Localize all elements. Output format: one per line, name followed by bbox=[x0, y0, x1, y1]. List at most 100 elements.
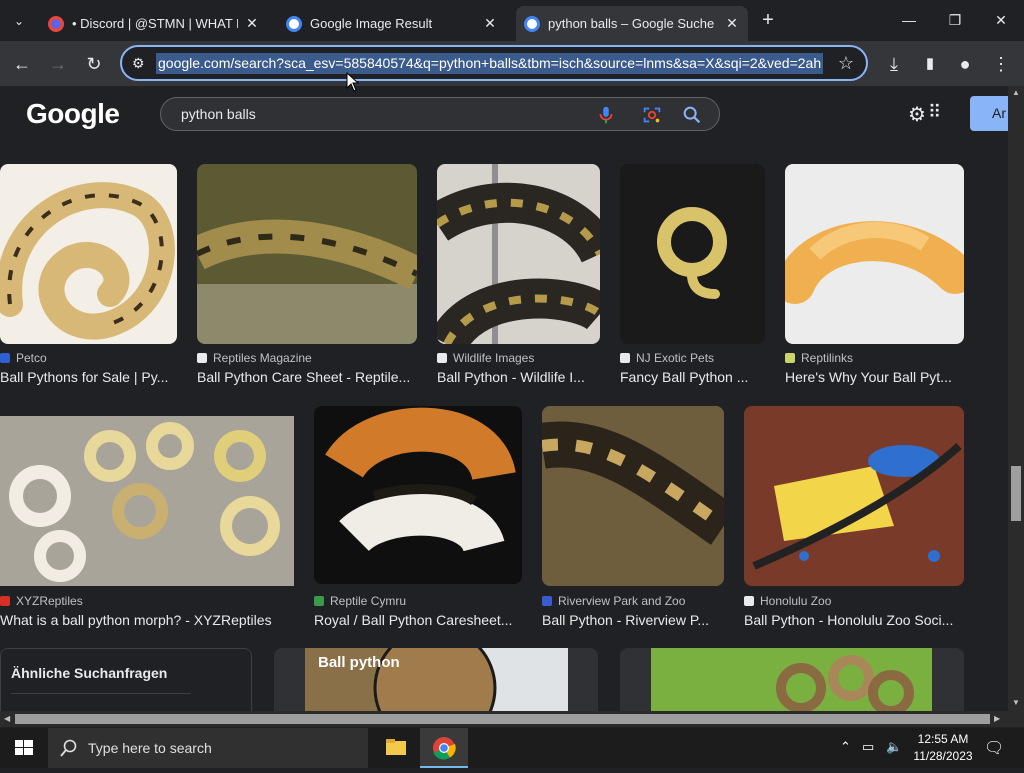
scroll-down-arrow[interactable]: ▼ bbox=[1012, 698, 1020, 707]
profile-icon[interactable]: ● bbox=[952, 51, 978, 77]
google-lens-icon[interactable] bbox=[641, 104, 663, 126]
menu-icon[interactable]: ⋮ bbox=[988, 51, 1014, 77]
search-box[interactable]: python balls bbox=[160, 97, 720, 131]
result-title[interactable]: Ball Pythons for Sale | Py... bbox=[0, 369, 177, 385]
result-title[interactable]: What is a ball python morph? - XYZReptil… bbox=[0, 612, 294, 628]
horizontal-scroll-thumb[interactable] bbox=[15, 714, 990, 724]
tab-title: Google Image Result bbox=[310, 16, 433, 31]
scroll-right-arrow[interactable]: ▶ bbox=[994, 714, 1000, 723]
result-title[interactable]: Here's Why Your Ball Pyt... bbox=[785, 369, 964, 385]
riverview-icon bbox=[542, 596, 552, 606]
horizontal-scrollbar[interactable]: ◀ ▶ bbox=[0, 711, 1008, 727]
microphone-icon[interactable] bbox=[595, 104, 617, 126]
network-icon[interactable]: ▭ bbox=[862, 739, 874, 755]
tab-discord[interactable]: • Discord | @STMN | WHAT Ma ✕ bbox=[40, 6, 268, 41]
result-source[interactable]: Reptile Cymru bbox=[314, 594, 406, 608]
result-card[interactable]: Ball python bbox=[274, 648, 598, 711]
clock-time: 12:55 AM bbox=[917, 732, 969, 746]
result-image[interactable] bbox=[0, 164, 177, 344]
scroll-left-arrow[interactable]: ◀ bbox=[4, 714, 10, 723]
source-label: Reptilinks bbox=[801, 351, 854, 365]
notifications-icon[interactable]: 🗨 bbox=[984, 738, 1004, 758]
url-text[interactable]: google.com/search?sca_esv=585840574&q=py… bbox=[156, 53, 824, 74]
chrome-icon bbox=[433, 737, 456, 760]
google-icon bbox=[524, 15, 540, 32]
vertical-scroll-thumb[interactable] bbox=[1011, 466, 1021, 521]
result-source[interactable]: Reptilinks bbox=[785, 351, 853, 365]
result-image[interactable] bbox=[542, 406, 724, 586]
start-button[interactable] bbox=[0, 728, 48, 768]
result-image[interactable] bbox=[620, 164, 765, 344]
close-window-button[interactable]: ✕ bbox=[978, 0, 1024, 41]
result-image[interactable] bbox=[651, 648, 932, 711]
related-searches-title: Ähnliche Suchanfragen bbox=[11, 665, 168, 681]
new-tab-button[interactable]: + bbox=[757, 9, 779, 31]
google-logo[interactable]: Google bbox=[26, 98, 120, 130]
result-title[interactable]: Ball Python - Riverview P... bbox=[542, 612, 724, 628]
result-source[interactable]: NJ Exotic Pets bbox=[620, 351, 714, 365]
tab-google-image-result[interactable]: Google Image Result ✕ bbox=[278, 6, 506, 41]
taskbar-search-placeholder[interactable]: Type here to search bbox=[88, 740, 212, 756]
result-image[interactable] bbox=[197, 164, 417, 344]
reptiles-magazine-icon bbox=[197, 353, 207, 363]
windows-taskbar: Type here to search ⌃ ▭ 🔈 12:55 AM 11/28… bbox=[0, 728, 1024, 768]
chrome-taskbar-button[interactable] bbox=[420, 728, 468, 768]
minimize-button[interactable]: — bbox=[886, 0, 932, 41]
back-button[interactable]: ← bbox=[9, 51, 35, 77]
bookmark-star-icon[interactable]: ☆ bbox=[838, 53, 854, 74]
apps-grid-icon[interactable]: ⠿ bbox=[928, 102, 941, 123]
result-image[interactable] bbox=[0, 416, 294, 586]
result-image[interactable] bbox=[437, 164, 600, 344]
mouse-cursor-icon bbox=[346, 72, 360, 92]
result-title[interactable]: Fancy Ball Python ... bbox=[620, 369, 765, 385]
download-icon[interactable]: ⤓ bbox=[881, 51, 907, 77]
result-card[interactable] bbox=[620, 648, 964, 711]
tab-search-button[interactable]: ⌄ bbox=[8, 10, 30, 32]
result-source[interactable]: Reptiles Magazine bbox=[197, 351, 312, 365]
address-bar[interactable]: ⚙ google.com/search?sca_esv=585840574&q=… bbox=[120, 45, 868, 81]
scrollbar-corner bbox=[1008, 711, 1024, 727]
vertical-scrollbar[interactable]: ▲ ▼ bbox=[1008, 86, 1024, 712]
result-title[interactable]: Ball Python Care Sheet - Reptile... bbox=[197, 369, 417, 385]
scroll-up-arrow[interactable]: ▲ bbox=[1012, 88, 1020, 97]
result-source[interactable]: Honolulu Zoo bbox=[744, 594, 831, 608]
wildlife-images-icon bbox=[437, 353, 447, 363]
site-info-icon[interactable]: ⚙ bbox=[132, 55, 145, 72]
folder-icon bbox=[386, 739, 406, 755]
search-icon[interactable] bbox=[681, 104, 703, 126]
result-source[interactable]: Petco bbox=[0, 351, 47, 365]
close-icon[interactable]: ✕ bbox=[724, 15, 740, 32]
xyzreptiles-icon bbox=[0, 596, 10, 606]
search-input[interactable]: python balls bbox=[181, 106, 256, 122]
reload-button[interactable]: ↻ bbox=[81, 51, 107, 77]
result-image[interactable] bbox=[785, 164, 964, 344]
source-label: Reptiles Magazine bbox=[213, 351, 312, 365]
forward-button[interactable]: → bbox=[45, 51, 71, 77]
result-title[interactable]: Royal / Ball Python Caresheet... bbox=[314, 612, 522, 628]
restore-button[interactable]: ❐ bbox=[932, 0, 978, 41]
show-hidden-icons-chevron[interactable]: ⌃ bbox=[840, 739, 851, 755]
system-clock[interactable]: 12:55 AM 11/28/2023 bbox=[908, 731, 978, 765]
result-source[interactable]: Riverview Park and Zoo bbox=[542, 594, 685, 608]
result-image[interactable] bbox=[314, 406, 522, 584]
close-icon[interactable]: ✕ bbox=[482, 15, 498, 32]
settings-gear-icon[interactable]: ⚙ bbox=[908, 102, 926, 127]
tab-bar: ⌄ • Discord | @STMN | WHAT Ma ✕ Google I… bbox=[0, 0, 1024, 41]
side-panel-icon[interactable]: ▮ bbox=[917, 51, 943, 77]
petco-icon bbox=[0, 353, 10, 363]
result-title[interactable]: Ball Python - Wildlife I... bbox=[437, 369, 600, 385]
volume-muted-icon[interactable]: 🔈 bbox=[886, 739, 902, 755]
source-label: Petco bbox=[16, 351, 47, 365]
result-title[interactable]: Ball Python - Honolulu Zoo Soci... bbox=[744, 612, 964, 628]
result-source[interactable]: XYZReptiles bbox=[0, 594, 83, 608]
tab-python-balls[interactable]: python balls – Google Suche ✕ bbox=[516, 6, 748, 41]
honolulu-zoo-icon bbox=[744, 596, 754, 606]
close-icon[interactable]: ✕ bbox=[244, 15, 260, 32]
result-source[interactable]: Wildlife Images bbox=[437, 351, 534, 365]
search-icon bbox=[60, 739, 77, 757]
sign-in-button[interactable]: Ar bbox=[970, 96, 1008, 131]
source-label: XYZReptiles bbox=[16, 594, 83, 608]
file-explorer-button[interactable] bbox=[372, 728, 420, 768]
taskbar-search-box[interactable]: Type here to search bbox=[48, 728, 368, 768]
result-image[interactable] bbox=[744, 406, 964, 586]
